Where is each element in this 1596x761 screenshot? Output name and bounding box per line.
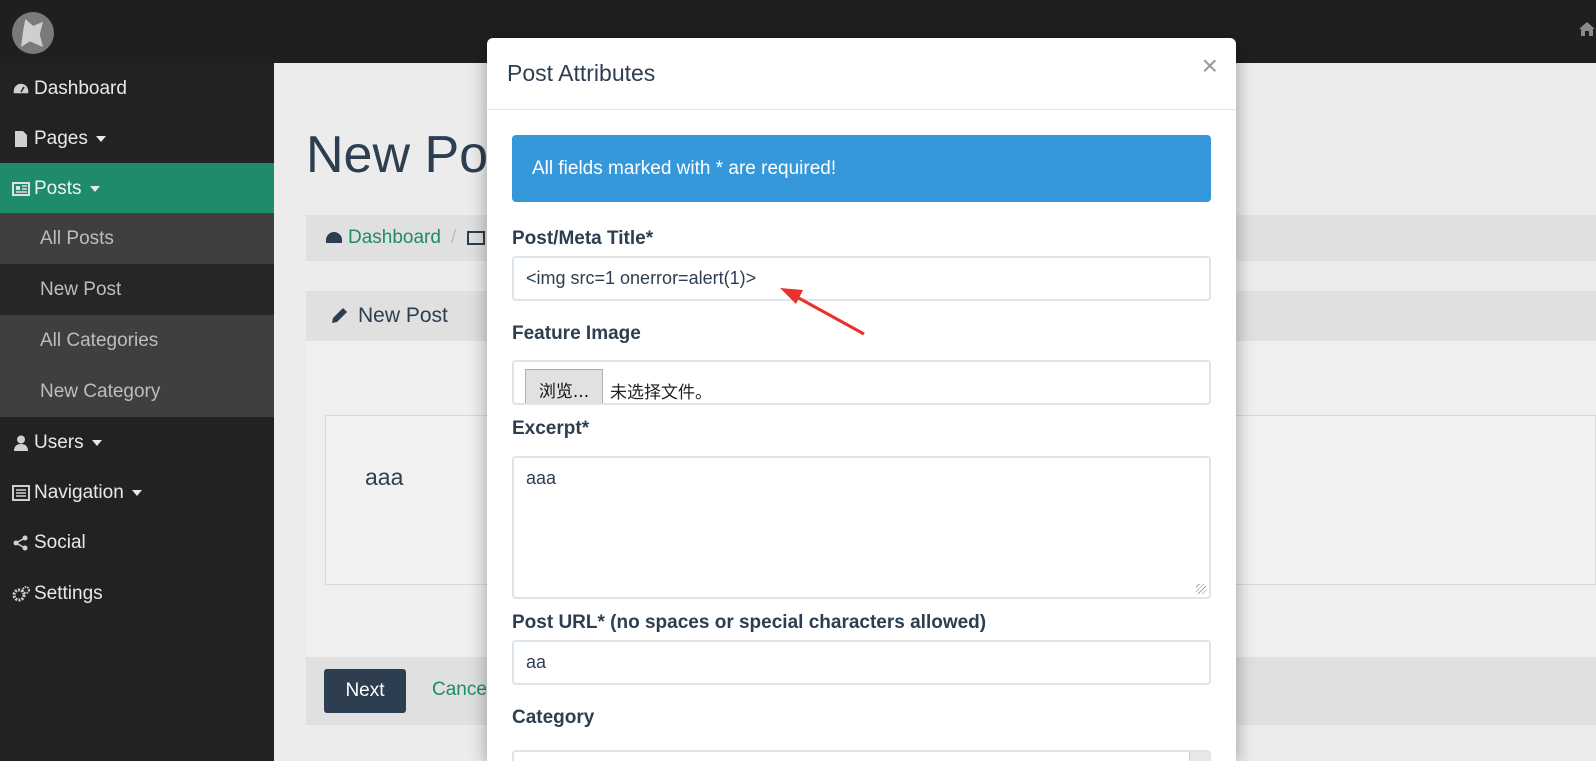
panel-title: New Post — [358, 304, 448, 327]
close-icon[interactable]: × — [1202, 52, 1218, 80]
caret-down-icon — [91, 439, 102, 446]
category-select[interactable] — [512, 750, 1211, 761]
required-fields-alert: All fields marked with * are required! — [512, 135, 1211, 202]
modal-header: Post Attributes × — [487, 38, 1236, 110]
breadcrumb-separator: / — [450, 227, 457, 248]
sidebar-item-settings[interactable]: Settings — [0, 568, 274, 619]
sidebar-item-navigation[interactable]: Navigation — [0, 467, 274, 518]
home-icon[interactable] — [1578, 20, 1596, 38]
sidebar-subitem-label: New Post — [40, 278, 122, 300]
sidebar-item-label: Users — [34, 431, 84, 453]
sidebar-subitem-label: New Category — [40, 380, 161, 402]
logo-icon[interactable] — [12, 12, 54, 54]
feature-image-label: Feature Image — [512, 323, 641, 344]
modal-title: Post Attributes — [507, 60, 656, 86]
sidebar-item-pages[interactable]: Pages — [0, 113, 274, 164]
newspaper-icon — [12, 181, 30, 196]
excerpt-textarea[interactable]: aaa — [512, 456, 1211, 599]
sidebar-item-label: Dashboard — [34, 77, 127, 99]
category-label: Category — [512, 707, 595, 728]
caret-down-icon — [95, 135, 106, 142]
caret-down-icon — [131, 489, 142, 496]
post-attributes-modal: Post Attributes × All fields marked with… — [487, 38, 1236, 761]
post-url-input[interactable]: aa — [512, 640, 1211, 685]
next-button[interactable]: Next — [324, 669, 406, 713]
select-scrollbar[interactable] — [1189, 752, 1209, 761]
sidebar-item-label: Pages — [34, 127, 88, 149]
file-icon — [15, 130, 27, 147]
sidebar-item-label: Settings — [34, 582, 103, 604]
list-icon — [12, 484, 30, 501]
breadcrumb-dashboard-link[interactable]: Dashboard — [348, 227, 441, 249]
feature-image-input[interactable]: 浏览... 未选择文件。 — [512, 360, 1211, 405]
sidebar-subitem-new-post[interactable]: New Post — [0, 264, 274, 315]
user-icon — [14, 435, 28, 451]
cancel-link[interactable]: Cancel — [432, 679, 491, 701]
share-icon — [13, 535, 28, 550]
dashboard-icon — [326, 232, 342, 243]
sidebar-item-posts[interactable]: Posts — [0, 163, 274, 214]
editor-text: aaa — [365, 464, 404, 490]
browse-button[interactable]: 浏览... — [525, 369, 603, 403]
gears-icon — [12, 585, 30, 601]
meta-title-label: Post/Meta Title* — [512, 228, 654, 249]
excerpt-value: aaa — [526, 468, 557, 488]
excerpt-label: Excerpt* — [512, 418, 590, 439]
no-file-chosen-text: 未选择文件。 — [610, 383, 712, 403]
sidebar-item-label: Posts — [34, 177, 82, 199]
sidebar-item-label: Navigation — [34, 481, 124, 503]
sidebar-subitem-label: All Categories — [40, 329, 159, 351]
sidebar-subitem-new-category[interactable]: New Category — [0, 366, 274, 417]
sidebar-item-users[interactable]: Users — [0, 417, 274, 468]
sidebar-item-social[interactable]: Social — [0, 517, 274, 568]
post-url-label: Post URL* (no spaces or special characte… — [512, 612, 987, 633]
pencil-icon — [332, 308, 347, 323]
sidebar-subitem-label: All Posts — [40, 227, 114, 249]
sidebar: Dashboard Pages Posts All Posts New Post… — [0, 63, 274, 761]
resize-grip-icon[interactable] — [1196, 584, 1206, 594]
dashboard-icon — [12, 81, 30, 95]
sidebar-item-label: Social — [34, 531, 86, 553]
sidebar-subitem-all-categories[interactable]: All Categories — [0, 315, 274, 366]
sidebar-item-dashboard[interactable]: Dashboard — [0, 63, 274, 114]
page-title: New Pos — [306, 126, 515, 184]
newspaper-icon — [467, 231, 486, 245]
caret-down-icon — [89, 185, 100, 192]
meta-title-input[interactable]: <img src=1 onerror=alert(1)> — [512, 256, 1211, 301]
sidebar-subitem-all-posts[interactable]: All Posts — [0, 213, 274, 264]
